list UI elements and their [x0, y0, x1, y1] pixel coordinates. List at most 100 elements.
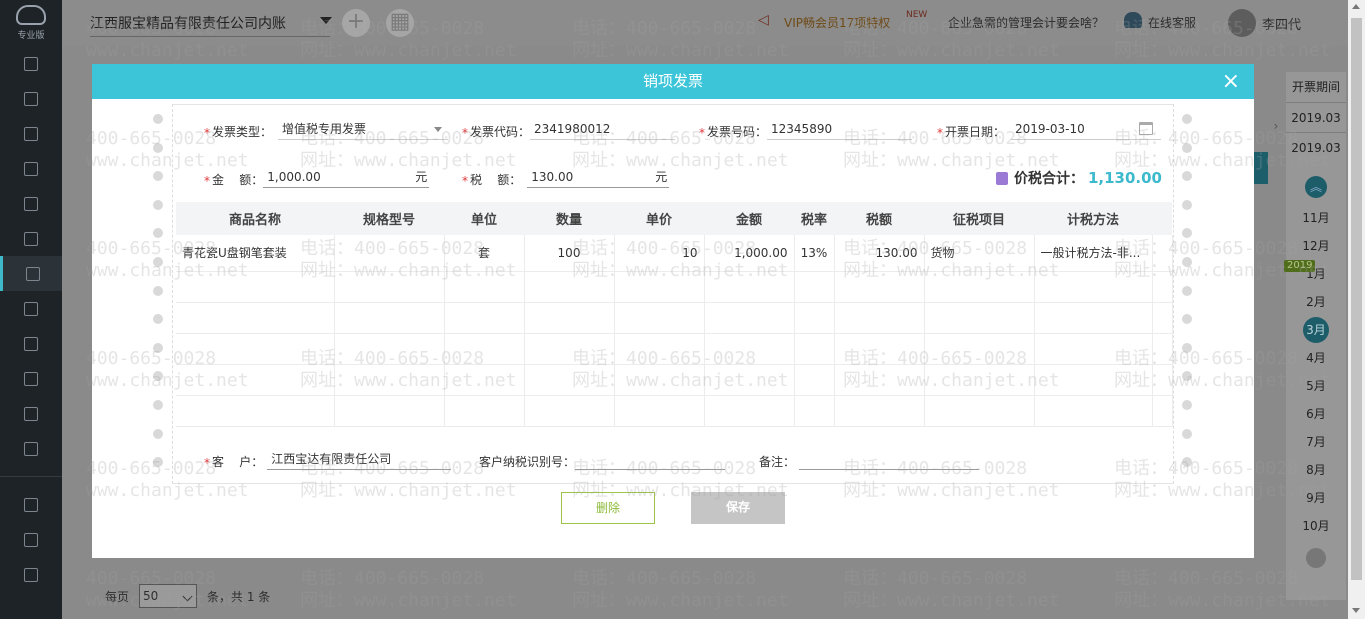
add-button[interactable]: + — [342, 9, 370, 37]
invoice-number-input[interactable]: 12345890 — [767, 118, 913, 140]
delete-button[interactable]: 删除 — [561, 492, 655, 524]
company-selector[interactable]: 江西服宝精品有限责任公司内账 — [90, 13, 332, 37]
pager-summary: 条，共 1 条 — [207, 589, 271, 604]
dialog-title: 销项发票 — [642, 72, 703, 90]
scroll-down-button[interactable] — [1306, 548, 1326, 568]
perforation-left — [153, 114, 163, 486]
nav-item-1[interactable] — [0, 46, 62, 81]
scroll-up-button[interactable]: ︽ — [1305, 176, 1327, 198]
customer-taxid-label: 客户纳税识别号： — [479, 455, 576, 469]
customer-input[interactable]: 江西宝达有限责任公司 — [267, 448, 452, 470]
scrollbar-thumb[interactable] — [1351, 18, 1362, 580]
total-label: 价税合计： — [1013, 171, 1084, 187]
month-item[interactable]: 8月 — [1286, 456, 1346, 484]
cell-product-name[interactable]: 青花瓷U盘钢笔套装 — [176, 235, 335, 272]
amount-input[interactable]: 1,000.00 元 — [263, 166, 430, 188]
invoice-code-input[interactable]: 2341980012 — [530, 118, 676, 140]
nav-item-book[interactable] — [0, 557, 62, 592]
calendar-icon[interactable] — [1139, 122, 1154, 135]
nav-item-video[interactable] — [0, 487, 62, 522]
tax-value: 130.00 — [531, 170, 574, 184]
ledger-icon — [24, 231, 38, 246]
calculator-icon — [995, 171, 1008, 185]
gear-icon — [24, 441, 38, 456]
nav-item-3[interactable] — [0, 116, 62, 151]
app-logo[interactable]: 专业版 — [0, 0, 62, 46]
month-item[interactable]: 6月 — [1286, 400, 1346, 428]
nav-item-11[interactable] — [0, 396, 62, 431]
caret-down-icon — [434, 127, 443, 132]
cell-tax-item[interactable]: 货物 — [924, 235, 1035, 272]
invoice-icon — [25, 266, 40, 281]
month-item-current[interactable]: 3月 — [1286, 316, 1346, 344]
note-label: 备注： — [759, 455, 796, 469]
month-item[interactable]: 2月 — [1286, 288, 1346, 316]
month-item[interactable]: 2019 1月 — [1284, 260, 1346, 288]
table-row[interactable]: 青花瓷U盘钢笔套装 套 100 10 1,000.00 13% 130.00 货… — [176, 235, 1173, 272]
nav-item-invoice[interactable] — [0, 256, 62, 291]
cell-tax-method[interactable]: 一般计税方法-非... — [1034, 235, 1153, 272]
tax-input[interactable]: 130.00 元 — [527, 166, 670, 188]
online-service-link[interactable]: 在线客服 — [1124, 12, 1196, 31]
news-link[interactable]: 企业急需的管理会计要会啥？ — [948, 14, 1104, 31]
customer-field: * 客 户： 江西宝达有限责任公司 — [204, 448, 452, 470]
period-end[interactable]: 2019.03 — [1286, 132, 1346, 162]
edition-label: 专业版 — [17, 31, 45, 41]
invoice-type-value: 增值税专用发票 — [282, 122, 367, 136]
table-row[interactable] — [176, 364, 1173, 396]
issue-date-input[interactable]: 2019-03-10 — [1011, 118, 1162, 140]
cell-amount[interactable]: 1,000.00 — [704, 235, 795, 272]
cell-unit[interactable]: 套 — [444, 235, 525, 272]
save-button[interactable]: 保存 — [691, 492, 785, 524]
customer-taxid-input[interactable] — [575, 448, 726, 470]
cell-tax-amount[interactable]: 130.00 — [834, 235, 925, 272]
per-page-select[interactable]: 50 — [139, 584, 198, 608]
nav-item-8[interactable] — [0, 291, 62, 326]
side-nav: 专业版 — [0, 0, 62, 619]
nav-item-2[interactable] — [0, 81, 62, 116]
month-item[interactable]: 7月 — [1286, 428, 1346, 456]
table-row[interactable] — [176, 395, 1173, 427]
nav-item-10[interactable] — [0, 361, 62, 396]
user-name: 李四代 — [1262, 17, 1302, 33]
nav-item-5[interactable] — [0, 186, 62, 221]
invoice-type-field: * 发票类型： 增值税专用发票 — [204, 118, 449, 140]
company-name: 江西服宝精品有限责任公司内账 — [90, 16, 286, 32]
nav-item-6[interactable] — [0, 221, 62, 256]
month-item[interactable]: 11月 — [1286, 204, 1346, 232]
month-item[interactable]: 4月 — [1286, 344, 1346, 372]
apps-button[interactable]: ▦ — [386, 9, 414, 37]
col-header: 商品名称 — [176, 202, 334, 235]
col-header: 税额 — [834, 202, 924, 235]
col-header: 数量 — [524, 202, 614, 235]
issue-date-label: 开票日期： — [945, 125, 1006, 139]
cell-tax-rate[interactable]: 13% — [794, 235, 835, 272]
month-item[interactable]: 5月 — [1286, 372, 1346, 400]
pager: 每页 50 条，共 1 条 — [105, 584, 270, 608]
note-input[interactable] — [799, 448, 980, 470]
table-row[interactable] — [176, 302, 1173, 334]
nav-item-12[interactable] — [0, 431, 62, 466]
page-scrollbar[interactable] — [1348, 0, 1365, 619]
cell-quantity[interactable]: 100 — [524, 235, 615, 272]
invoice-type-select[interactable]: 增值税专用发票 — [278, 118, 449, 140]
cell-unit-price[interactable]: 10 — [614, 235, 705, 272]
nav-item-9[interactable] — [0, 326, 62, 361]
vip-link[interactable]: VIP畅会员17项特权 — [784, 14, 890, 31]
month-item[interactable]: 9月 — [1286, 484, 1346, 512]
close-icon[interactable]: × — [1222, 64, 1240, 99]
table-row[interactable] — [176, 333, 1173, 365]
table-row[interactable] — [176, 271, 1173, 303]
panel-toggle-button[interactable]: › — [1266, 112, 1286, 140]
sales-invoice-dialog: 销项发票 × * 发票类型： 增值税专用发票 * 发票代码： 234198001… — [92, 64, 1254, 558]
nav-item-sign[interactable] — [0, 522, 62, 557]
year-tag: 2019 — [1284, 260, 1316, 272]
cell-spec[interactable] — [334, 235, 445, 272]
period-start[interactable]: 2019.03 — [1286, 102, 1346, 132]
new-badge: NEW — [906, 10, 928, 20]
user-menu[interactable]: 李四代 — [1228, 9, 1360, 37]
shield-icon — [24, 406, 38, 421]
nav-item-4[interactable] — [0, 151, 62, 186]
month-item[interactable]: 12月 — [1286, 232, 1346, 260]
month-item[interactable]: 10月 — [1286, 512, 1346, 540]
